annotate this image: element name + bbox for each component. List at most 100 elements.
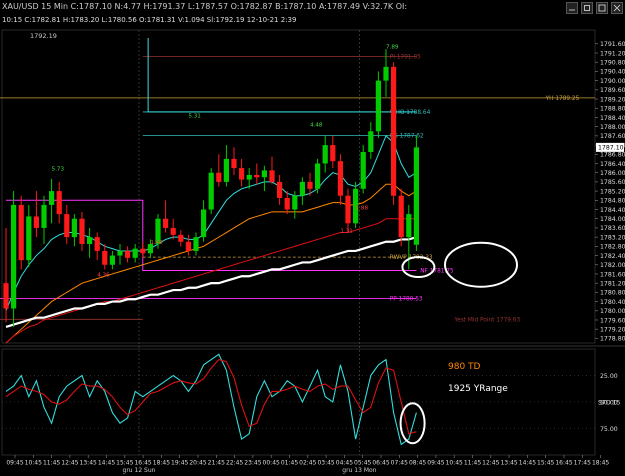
candle-body xyxy=(132,248,138,258)
candle-body xyxy=(193,237,199,251)
candle-body xyxy=(170,227,176,235)
time-tick-label: 20:45 xyxy=(189,460,206,467)
y-tick-label: 1790.40 xyxy=(600,69,625,76)
price-panel xyxy=(1,29,596,344)
chart-canvas[interactable]: 1791.60 1791.20 1790.80 1790.40 1790.00 1789.… xyxy=(0,0,625,476)
moving-average-red xyxy=(5,218,417,344)
time-tick-label: 06:45 xyxy=(372,460,389,467)
swing-label: 4.36 xyxy=(97,272,110,278)
time-tick-label: 13:45 xyxy=(500,460,517,467)
time-tick-label: 10:45 xyxy=(446,460,463,467)
y-tick-label: 1783.60 xyxy=(600,225,625,232)
time-tick-label: 14:45 xyxy=(98,460,115,467)
candle-body xyxy=(11,204,17,309)
time-tick-label: 09:45 xyxy=(427,460,444,467)
y-tick-label: 1790.00 xyxy=(600,78,625,85)
time-tick-label: 18:45 xyxy=(592,460,609,467)
y-tick-label: 1788.00 xyxy=(600,124,625,131)
candle-body xyxy=(33,216,39,228)
y-tick-label: 1783.20 xyxy=(600,234,625,241)
time-tick-label: 12:45 xyxy=(61,460,78,467)
candle-body xyxy=(140,248,146,254)
candle-body xyxy=(109,255,115,265)
candle-body xyxy=(18,204,24,261)
time-tick-label: 16:45 xyxy=(134,460,151,467)
candle-body xyxy=(261,170,267,178)
time-tick-label: 15:45 xyxy=(116,460,133,467)
candle-body xyxy=(269,170,275,182)
candle-body xyxy=(322,145,328,164)
candle-body xyxy=(3,283,9,309)
y-tick-label: 1786.00 xyxy=(600,170,625,177)
swing-label: 5.31 xyxy=(188,113,201,119)
sto-series-d xyxy=(5,358,417,435)
time-tick-label: 16:45 xyxy=(555,460,572,467)
time-tick-label: 23:45 xyxy=(244,460,261,467)
time-tick-label: 17:45 xyxy=(574,460,591,467)
annotation-yrange: 1925 YRange xyxy=(448,384,508,394)
candle-body xyxy=(254,174,260,178)
swing-label: 1.31 xyxy=(340,229,353,235)
candle-body xyxy=(94,237,100,251)
time-tick-label: 10:45 xyxy=(25,460,42,467)
y-tick-label: 1780.40 xyxy=(600,299,625,306)
y-tick-label: 1781.60 xyxy=(600,271,625,278)
y-tick-label: 1784.80 xyxy=(600,198,625,205)
candle-body xyxy=(56,191,62,215)
candle-body xyxy=(208,172,214,210)
candle-body xyxy=(49,191,55,205)
candle-body xyxy=(330,145,336,162)
candle-body xyxy=(41,204,47,228)
y-tick-label: 1788.80 xyxy=(600,106,625,113)
y-tick-label: 1780.00 xyxy=(600,308,625,315)
y-tick-label: 1785.60 xyxy=(600,179,625,186)
candle-body xyxy=(284,198,290,210)
price-label-top-left: 1792.19 xyxy=(30,32,57,40)
candle-body xyxy=(360,151,366,189)
y-tick-label: 1784.00 xyxy=(600,216,625,223)
y-tick-label: 1785.20 xyxy=(600,188,625,195)
candle-body xyxy=(345,195,351,224)
candle-body xyxy=(201,209,207,238)
candle-body xyxy=(163,218,169,228)
candle-body xyxy=(178,234,184,242)
y-tick-label: 1790.80 xyxy=(600,60,625,67)
y-tick-label: 1791.60 xyxy=(600,41,625,48)
y-tick-label: 1782.40 xyxy=(600,253,625,260)
candle-body xyxy=(307,181,313,189)
candle-body xyxy=(383,66,389,81)
time-tick-label: 15:45 xyxy=(537,460,554,467)
level-label: Yest Mid Point 1779.63 xyxy=(453,317,520,323)
swing-label: 5.73 xyxy=(52,166,65,172)
y-tick-label: 1782.80 xyxy=(600,244,625,251)
y-tick-label: 1789.60 xyxy=(600,87,625,94)
candle-body xyxy=(71,218,77,238)
candle-body xyxy=(79,218,85,245)
candle-body xyxy=(413,147,419,245)
candle-body xyxy=(102,250,108,265)
time-tick-label: 14:45 xyxy=(519,460,536,467)
candle-body xyxy=(368,131,374,152)
candle-body xyxy=(246,174,252,180)
time-tick-label: 11:45 xyxy=(43,460,60,467)
time-tick-label: 18:45 xyxy=(153,460,170,467)
sto-name-label: STO 15 xyxy=(598,399,620,406)
swing-label: 4.48 xyxy=(310,123,323,129)
time-tick-label: 11:45 xyxy=(464,460,481,467)
chart-window: XAU/USD 15 Min C:1787.10 N:4.77 H:1791.3… xyxy=(0,0,625,476)
date-label: gru 12 Sun xyxy=(123,467,156,474)
y-tick-label: 1779.20 xyxy=(600,326,625,333)
date-label: gru 13 Mon xyxy=(342,467,376,474)
sto-highlight-ellipse xyxy=(399,402,426,445)
candle-body xyxy=(292,195,298,210)
swing-label: 1.88 xyxy=(356,206,369,212)
candle-body xyxy=(299,181,305,196)
time-tick-label: 04:45 xyxy=(336,460,353,467)
y-tick-label: 1786.40 xyxy=(600,161,625,168)
candle-body xyxy=(125,250,131,258)
sto-tick-label: 75.00 xyxy=(600,426,618,433)
y-tick-label: 1781.20 xyxy=(600,280,625,287)
candle-body xyxy=(391,66,397,196)
time-tick-label: 08:45 xyxy=(409,460,426,467)
candle-body xyxy=(337,161,343,196)
